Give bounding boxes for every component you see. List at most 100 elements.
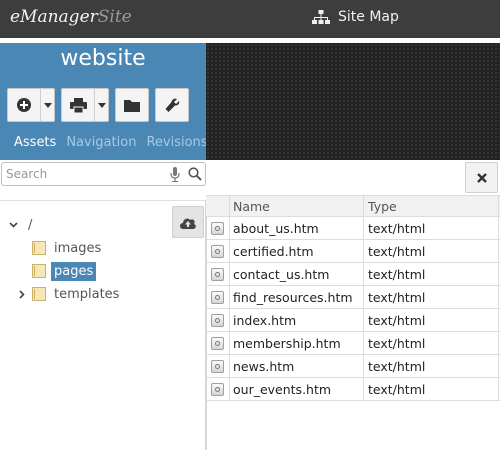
column-border [498, 286, 499, 308]
page-header: Site Map [312, 9, 399, 25]
file-name[interactable]: news.htm [230, 355, 364, 377]
microphone-icon[interactable] [170, 167, 180, 182]
asset-panel: website Assets Navigation Revisions [0, 43, 208, 160]
printer-icon [69, 97, 87, 113]
column-border [498, 217, 499, 239]
file-name[interactable]: contact_us.htm [230, 263, 364, 285]
file-type: text/html [368, 220, 426, 236]
folder-icon [124, 99, 140, 112]
file-type: text/html [368, 266, 426, 282]
add-dropdown-caret[interactable] [40, 89, 54, 121]
column-header-name[interactable]: Name [230, 196, 364, 216]
file-table: Name Type about_us.htm text/html certified… [206, 195, 500, 401]
tree-root-label: / [28, 217, 33, 233]
print-dropdown-caret[interactable] [94, 89, 108, 121]
tree-item-label: pages [51, 261, 97, 281]
wrench-icon [165, 98, 179, 112]
tree-root[interactable]: / [7, 214, 35, 236]
file-name[interactable]: membership.htm [230, 332, 364, 354]
file-icon [211, 244, 224, 258]
file-icon-cell [206, 240, 230, 262]
sitemap-icon [312, 10, 330, 24]
print-button[interactable] [61, 88, 109, 122]
table-row[interactable]: membership.htm text/html [206, 332, 500, 355]
file-icon-cell [206, 332, 230, 354]
file-type: text/html [368, 335, 426, 351]
file-name[interactable]: certified.htm [230, 240, 364, 262]
page-title: Site Map [338, 9, 399, 25]
search-box [1, 162, 206, 186]
add-button[interactable] [7, 88, 55, 122]
top-bar: eManagerSite Site Map [0, 0, 500, 38]
table-row[interactable]: about_us.htm text/html [206, 217, 500, 240]
app-logo: eManagerSite [10, 7, 132, 27]
chevron-down-icon[interactable] [7, 222, 19, 228]
tree-item-pages[interactable]: pages [32, 260, 97, 282]
column-border [498, 378, 499, 400]
table-header: Name Type [206, 195, 500, 217]
folder-icon [32, 264, 46, 278]
file-name[interactable]: find_resources.htm [230, 286, 364, 308]
website-title: website [60, 46, 146, 71]
file-icon [211, 359, 224, 373]
close-icon [476, 172, 487, 183]
file-icon [211, 221, 224, 235]
file-rows: about_us.htm text/html certified.htm text/h… [206, 217, 500, 401]
table-row[interactable]: find_resources.htm text/html [206, 286, 500, 309]
file-icon-cell [206, 378, 230, 400]
file-type: text/html [368, 289, 426, 305]
chevron-right-icon[interactable] [17, 289, 27, 299]
tab-assets[interactable]: Assets [14, 135, 56, 150]
file-icon-cell [206, 263, 230, 285]
column-border [498, 355, 499, 377]
file-icon [211, 313, 224, 327]
cloud-upload-icon [180, 218, 196, 229]
file-icon [211, 382, 224, 396]
brand-main: eManager [10, 7, 98, 27]
folder-icon [32, 241, 46, 255]
file-icon [211, 290, 224, 304]
column-border [498, 240, 499, 262]
tree-item-label: images [54, 240, 102, 256]
column-border [498, 332, 499, 354]
settings-button[interactable] [155, 88, 189, 122]
file-icon-cell [206, 286, 230, 308]
folder-button[interactable] [115, 88, 149, 122]
file-name[interactable]: our_events.htm [230, 378, 364, 400]
table-row[interactable]: news.htm text/html [206, 355, 500, 378]
tab-revisions[interactable]: Revisions [146, 135, 207, 150]
file-type: text/html [368, 243, 426, 259]
close-button[interactable] [465, 162, 498, 193]
column-header-type[interactable]: Type [364, 196, 500, 216]
file-type: text/html [368, 381, 426, 397]
file-icon-cell [206, 217, 230, 239]
search-icon[interactable] [188, 167, 202, 181]
tree-item-images[interactable]: images [32, 237, 104, 259]
tree-item-templates[interactable]: templates [17, 283, 122, 305]
column-border [498, 263, 499, 285]
column-border [498, 196, 499, 216]
tab-navigation[interactable]: Navigation [66, 135, 136, 150]
folder-icon [32, 287, 46, 301]
caret-down-icon [97, 102, 106, 108]
file-type: text/html [368, 358, 426, 374]
file-icon-cell [206, 355, 230, 377]
upload-button[interactable] [172, 206, 204, 238]
table-row[interactable]: index.htm text/html [206, 309, 500, 332]
column-border [498, 309, 499, 331]
tree-item-label: templates [54, 286, 120, 302]
table-row[interactable]: our_events.htm text/html [206, 378, 500, 401]
file-name[interactable]: about_us.htm [230, 217, 364, 239]
search-input[interactable] [6, 165, 156, 183]
table-row[interactable]: contact_us.htm text/html [206, 263, 500, 286]
file-name[interactable]: index.htm [230, 309, 364, 331]
header-icon-cell [206, 196, 230, 216]
file-type: text/html [368, 312, 426, 328]
header-banner [206, 43, 500, 160]
table-row[interactable]: certified.htm text/html [206, 240, 500, 263]
caret-down-icon [43, 102, 52, 108]
file-icon-cell [206, 309, 230, 331]
file-icon [211, 336, 224, 350]
brand-suffix: Site [97, 7, 132, 27]
panel-tabs: Assets Navigation Revisions [14, 135, 208, 150]
